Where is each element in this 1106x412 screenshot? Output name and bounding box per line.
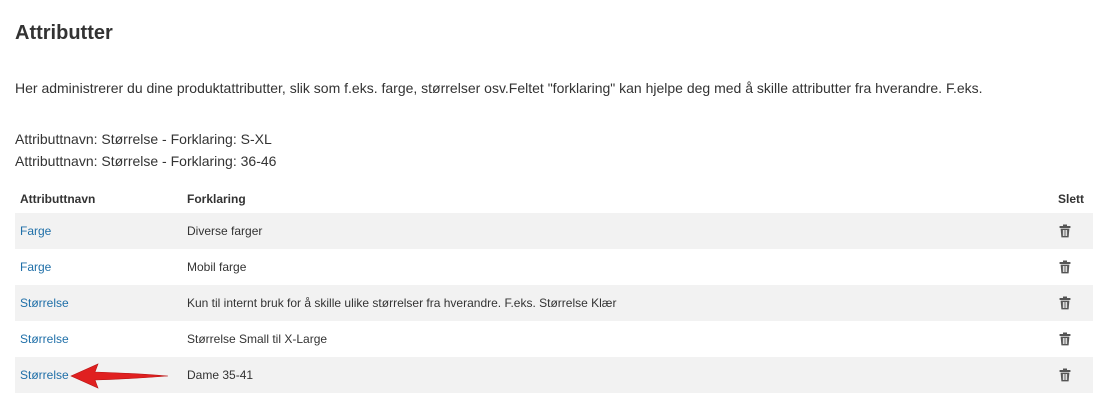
attribute-name-link[interactable]: Farge <box>20 224 51 238</box>
example-line: Attributtnavn: Størrelse - Forklaring: S… <box>15 131 272 147</box>
table-row: Farge Diverse farger <box>15 213 1093 249</box>
attribute-name-link[interactable]: Størrelse <box>20 332 69 346</box>
trash-icon[interactable] <box>1058 224 1072 238</box>
explanation-cell: Diverse farger <box>182 213 1019 249</box>
page-title: Attributter <box>15 22 113 44</box>
attribute-name-link[interactable]: Størrelse <box>20 368 69 382</box>
intro-text: Her administrerer du dine produktattribu… <box>15 80 983 96</box>
trash-icon[interactable] <box>1058 260 1072 274</box>
explanation-cell: Dame 35-41 <box>182 357 1019 393</box>
table-row: Størrelse Størrelse Small til X-Large <box>15 321 1093 357</box>
examples-block: Attributtnavn: Størrelse - Forklaring: S… <box>15 128 276 172</box>
table-row: Farge Mobil farge <box>15 249 1093 285</box>
trash-icon[interactable] <box>1058 332 1072 346</box>
attributes-table: Attributtnavn Forklaring Slett Farge Div… <box>15 185 1093 393</box>
delete-cell <box>1019 213 1093 249</box>
column-header-explanation: Forklaring <box>187 192 246 206</box>
name-cell: Størrelse <box>15 285 182 321</box>
explanation-cell: Mobil farge <box>182 249 1019 285</box>
attribute-name-link[interactable]: Farge <box>20 260 51 274</box>
trash-icon[interactable] <box>1058 296 1072 310</box>
table-header-row: Attributtnavn Forklaring Slett <box>15 185 1093 213</box>
column-header-name: Attributtnavn <box>20 192 96 206</box>
delete-cell <box>1019 321 1093 357</box>
trash-icon[interactable] <box>1058 368 1072 382</box>
delete-cell <box>1019 285 1093 321</box>
delete-cell <box>1019 357 1093 393</box>
delete-cell <box>1019 249 1093 285</box>
explanation-cell: Størrelse Small til X-Large <box>182 321 1019 357</box>
table-row: Størrelse Kun til internt bruk for å ski… <box>15 285 1093 321</box>
name-cell: Farge <box>15 213 182 249</box>
attribute-name-link[interactable]: Størrelse <box>20 296 69 310</box>
table-row: Størrelse Dame 35-41 <box>15 357 1093 393</box>
name-cell: Farge <box>15 249 182 285</box>
explanation-cell: Kun til internt bruk for å skille ulike … <box>182 285 1019 321</box>
name-cell: Størrelse <box>15 357 182 393</box>
name-cell: Størrelse <box>15 321 182 357</box>
example-line: Attributtnavn: Størrelse - Forklaring: 3… <box>15 153 277 169</box>
column-header-delete: Slett <box>1057 192 1084 206</box>
